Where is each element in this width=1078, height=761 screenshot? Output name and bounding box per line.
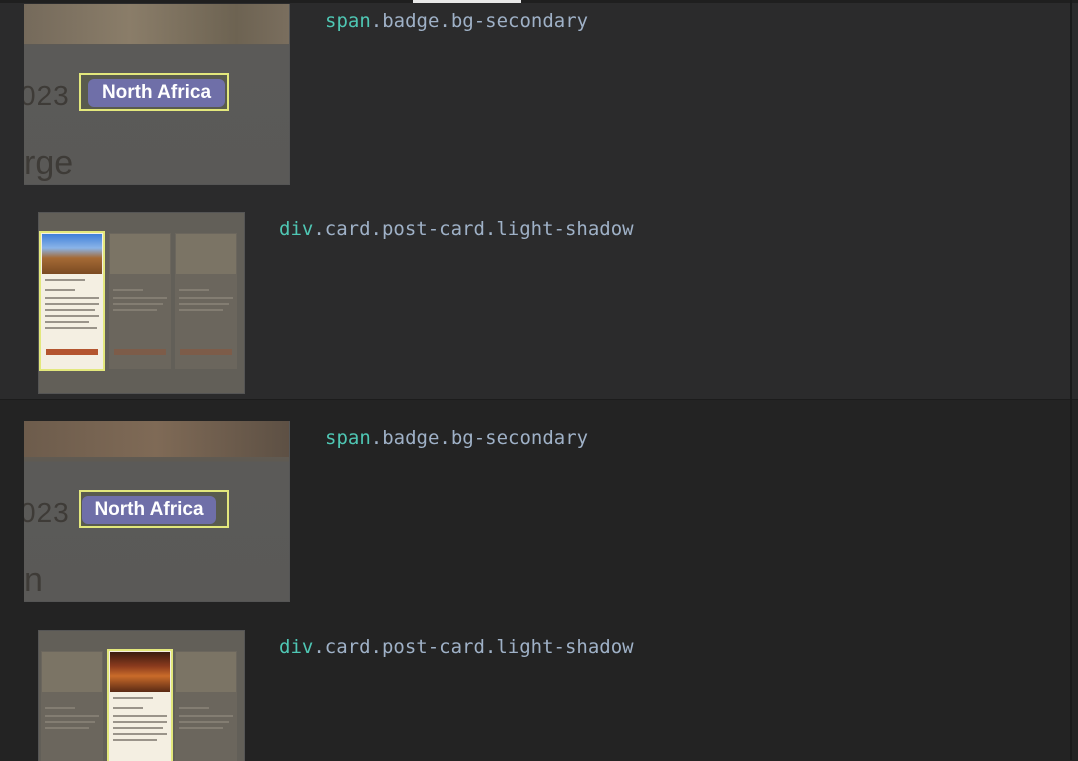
photo-strip	[24, 4, 289, 44]
element-highlight-box: North Africa	[79, 73, 229, 111]
selector-tag: div	[279, 218, 314, 240]
card-zoom-thumbnail	[38, 212, 245, 394]
selector-text: span.badge.bg-secondary	[325, 427, 588, 449]
badge-zoom-thumbnail: 023 ( n North Africa	[24, 421, 290, 602]
selector-tag: span	[325, 10, 371, 32]
title-fragment: rge	[24, 144, 74, 182]
card-button	[46, 349, 98, 355]
post-card	[175, 651, 237, 761]
scrollbar-track[interactable]	[1070, 0, 1072, 760]
card-image	[42, 234, 102, 274]
active-tab-indicator	[413, 0, 521, 3]
element-highlight-box: North Africa	[79, 490, 229, 528]
selector-text: div.card.post-card.light-shadow	[279, 636, 634, 658]
top-border	[0, 0, 1078, 3]
card-image	[110, 652, 170, 692]
highlighted-post-card	[107, 649, 173, 761]
region-badge: North Africa	[82, 496, 216, 524]
element-selector-label: div.card.post-card.light-shadow	[279, 218, 634, 240]
photo-strip	[24, 421, 289, 457]
date-fragment: 023	[24, 80, 70, 111]
badge-zoom-thumbnail: 023 rge North Africa	[24, 4, 290, 185]
selector-classes: .card.post-card.light-shadow	[313, 636, 634, 658]
element-selector-label: span.badge.bg-secondary	[325, 10, 588, 32]
selector-text: div.card.post-card.light-shadow	[279, 218, 634, 240]
title-fragment: n	[24, 561, 43, 599]
region-badge: North Africa	[88, 79, 225, 107]
selector-classes: .badge.bg-secondary	[370, 10, 589, 32]
post-card	[175, 233, 237, 369]
selector-text: span.badge.bg-secondary	[325, 10, 588, 32]
element-selector-label: div.card.post-card.light-shadow	[279, 636, 634, 658]
highlighted-post-card	[39, 231, 105, 371]
selector-classes: .card.post-card.light-shadow	[313, 218, 634, 240]
post-card	[109, 233, 171, 369]
selector-tag: div	[279, 636, 314, 658]
selector-classes: .badge.bg-secondary	[370, 427, 589, 449]
card-zoom-thumbnail	[38, 630, 245, 761]
selector-tag: span	[325, 427, 371, 449]
post-card	[41, 651, 103, 761]
element-selector-label: span.badge.bg-secondary	[325, 427, 588, 449]
